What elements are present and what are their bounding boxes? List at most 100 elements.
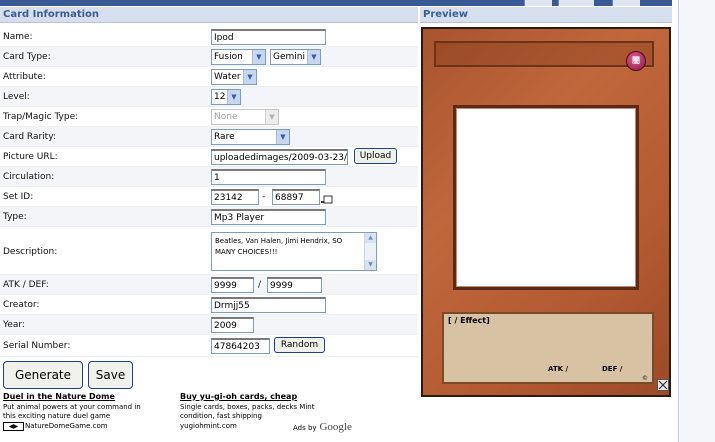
year-label: Year: (3, 320, 25, 330)
card-type-value: Fusion (214, 52, 243, 62)
ad-nav-arrows-icon[interactable]: ◀▶ (3, 422, 24, 431)
ads-by-label: Ads by (293, 424, 317, 432)
row-trap-magic: Trap/Magic Type: None ▼ (0, 107, 418, 127)
def-input[interactable]: 9999 (267, 277, 322, 293)
chevron-down-icon: ▼ (252, 50, 265, 64)
ad1-text-line1: Put animal powers at your command in (3, 403, 141, 411)
card-type-label: Card Type: (3, 52, 51, 62)
top-bar (0, 0, 672, 6)
card-subtype-value: Gemini (273, 52, 305, 62)
row-level: Level: 12 ▼ (0, 87, 418, 107)
top-tab-3[interactable] (612, 0, 640, 6)
level-value: 12 (214, 92, 226, 102)
chevron-down-icon: ▼ (265, 110, 278, 124)
ad2-title-link[interactable]: Buy yu-gi-oh cards, cheap (180, 392, 297, 401)
chevron-down-icon: ▼ (243, 70, 256, 84)
rarity-select[interactable]: Rare ▼ (211, 129, 290, 145)
scroll-down-icon[interactable]: ▼ (365, 260, 376, 270)
ads-by-google[interactable]: Ads by Google (293, 421, 352, 433)
card-def-label: DEF / (602, 365, 623, 373)
ad2-text-line2: condition, fast shipping (180, 412, 262, 420)
row-attribute: Attribute: Water ▼ (0, 67, 418, 87)
effect-label: [ / Effect] (448, 316, 490, 325)
set-id-input-1[interactable]: 23142 (211, 189, 259, 205)
set-id-label: Set ID: (3, 192, 34, 202)
top-tab-2[interactable] (558, 0, 594, 6)
ad2-url-link[interactable]: yugiohmint.com (180, 422, 237, 430)
circulation-input[interactable]: 1 (211, 169, 326, 185)
level-label: Level: (3, 92, 30, 102)
set-id-separator: - (262, 192, 266, 202)
chevron-down-icon: ▼ (276, 130, 289, 144)
type-label: Type: (3, 212, 27, 222)
ad1-url-link[interactable]: NatureDomeGame.com (25, 422, 108, 430)
set-id-input-2[interactable]: 68897 (272, 189, 320, 205)
zoom-corner-icon[interactable] (657, 379, 669, 391)
card-description-box: [ / Effect] ATK / DEF / © (442, 312, 654, 384)
attribute-label: Attribute: (3, 72, 46, 82)
upload-button[interactable]: Upload (354, 148, 397, 164)
name-input[interactable]: Ipod (211, 29, 326, 45)
card-type-select[interactable]: Fusion ▼ (211, 49, 266, 65)
generate-button[interactable]: Generate (3, 361, 83, 389)
description-label: Description: (3, 247, 58, 257)
creator-label: Creator: (3, 300, 40, 310)
preview-header: Preview (420, 7, 672, 23)
card-title-bar (434, 41, 654, 67)
random-button[interactable]: Random (274, 337, 325, 353)
row-type: Type: Mp3 Player (0, 207, 418, 227)
trap-magic-select[interactable]: None ▼ (211, 109, 279, 125)
attribute-select[interactable]: Water ▼ (211, 69, 257, 85)
description-textarea[interactable]: Beatles, Van Halen, Jimi Hendrix, SO MAN… (211, 232, 377, 271)
ad1-title-link[interactable]: Duel in the Nature Dome (3, 392, 115, 401)
trap-magic-label: Trap/Magic Type: (3, 112, 79, 122)
row-circulation: Circulation: 1 (0, 167, 418, 187)
trap-magic-value: None (214, 112, 238, 122)
creator-input[interactable]: Drmjj55 (211, 297, 326, 313)
picture-url-label: Picture URL: (3, 152, 58, 162)
type-input[interactable]: Mp3 Player (211, 209, 326, 225)
serial-label: Serial Number: (3, 341, 71, 351)
top-tab-1[interactable] (524, 0, 552, 6)
picture-url-input[interactable]: uploadedimages/2009-03-23/64 (211, 149, 348, 165)
name-label: Name: (3, 32, 33, 42)
row-rarity: Card Rarity: Rare ▼ (0, 127, 418, 147)
row-card-type: Card Type: Fusion ▼ Gemini ▼ (0, 47, 418, 67)
google-logo: Google (319, 421, 352, 433)
scroll-up-icon[interactable]: ▲ (365, 233, 376, 243)
card-subtype-select[interactable]: Gemini ▼ (270, 49, 321, 65)
chevron-down-icon: ▼ (307, 50, 320, 64)
card-preview: 闇 [ / Effect] ATK / DEF / © (421, 27, 671, 397)
description-text: Beatles, Van Halen, Jimi Hendrix, SO MAN… (215, 237, 343, 256)
attribute-icon: 闇 (626, 51, 646, 71)
atk-input[interactable]: 9999 (211, 277, 254, 293)
row-set-id: Set ID: 23142 - 68897 (0, 187, 418, 207)
atk-def-label: ATK / DEF: (3, 280, 49, 290)
serial-input[interactable]: 47864203 (211, 338, 270, 354)
attribute-value: Water (214, 72, 241, 82)
circulation-label: Circulation: (3, 172, 55, 182)
rarity-label: Card Rarity: (3, 132, 56, 142)
row-atk-def: ATK / DEF: 9999 / 9999 (0, 275, 418, 295)
card-atk-label: ATK / (548, 365, 569, 373)
row-year: Year: 2009 (0, 315, 418, 335)
year-input[interactable]: 2009 (211, 317, 254, 333)
rarity-value: Rare (214, 132, 235, 142)
row-serial: Serial Number: 47864203 Random (0, 335, 418, 357)
level-select[interactable]: 12 ▼ (211, 89, 241, 105)
save-button[interactable]: Save (88, 361, 133, 389)
page-scroll-area (678, 0, 715, 442)
chevron-down-icon: ▼ (227, 90, 240, 104)
card-copyright: © (642, 375, 648, 382)
row-creator: Creator: Drmjj55 (0, 295, 418, 315)
row-name: Name: Ipod (0, 27, 418, 47)
set-id-picker-icon[interactable] (321, 195, 333, 204)
card-artwork (453, 105, 639, 290)
ad2-text-line1: Single cards, boxes, packs, decks Mint (180, 403, 315, 411)
row-description: Description: Beatles, Van Halen, Jimi He… (0, 227, 418, 275)
row-picture-url: Picture URL: uploadedimages/2009-03-23/6… (0, 147, 418, 167)
ad1-text-line2: this exciting nature duel game (3, 412, 111, 420)
description-scrollbar[interactable]: ▲ ▼ (364, 233, 376, 270)
card-information-header: Card Information (0, 7, 418, 23)
atk-def-separator: / (258, 280, 262, 290)
